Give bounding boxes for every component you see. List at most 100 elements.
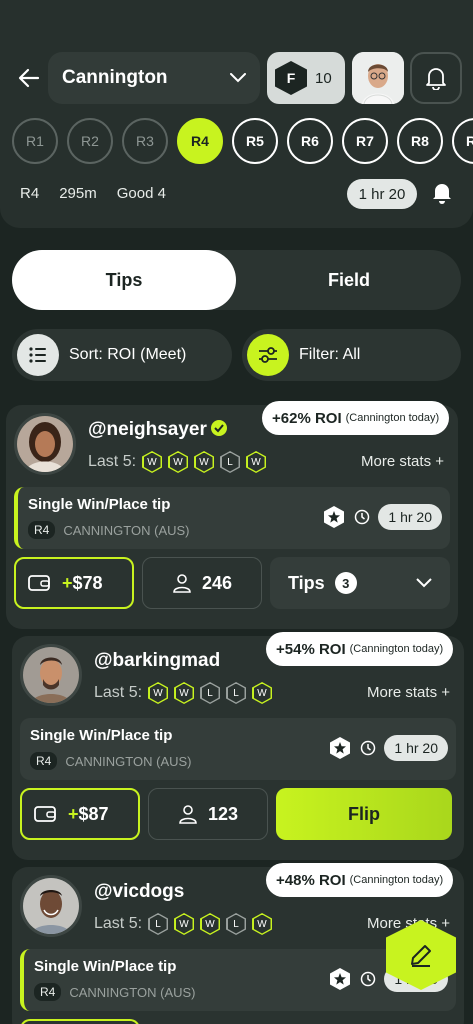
- race-badge: R4: [30, 752, 58, 770]
- result-win-badge: W: [174, 913, 195, 935]
- tip-meeting: R4 CANNINGTON (AUS): [30, 752, 192, 770]
- result-win-badge: W: [168, 451, 189, 473]
- f-hexagon-icon: F: [275, 61, 307, 95]
- result-win-badge: W: [174, 682, 195, 704]
- sliders-icon: [247, 334, 289, 376]
- profit-button[interactable]: [20, 1019, 140, 1024]
- tip-summary[interactable]: Single Win/Place tip R4 CANNINGTON (AUS)…: [20, 718, 456, 780]
- tab-field[interactable]: Field: [237, 250, 461, 310]
- tipster-handle-row[interactable]: @vicdogs: [94, 881, 184, 903]
- result-win-badge: W: [252, 682, 273, 704]
- tab-tips[interactable]: Tips: [12, 250, 236, 310]
- profit-button[interactable]: +$78: [14, 557, 134, 609]
- coin-count: 10: [315, 69, 332, 87]
- followers-button[interactable]: 123: [148, 788, 268, 840]
- last5-label: Last 5:: [94, 684, 143, 701]
- tipster-handle-row[interactable]: @barkingmad: [94, 650, 220, 672]
- user-avatar[interactable]: [352, 52, 404, 104]
- tip-summary[interactable]: Single Win/Place tip R4 CANNINGTON (AUS)…: [14, 487, 450, 549]
- tipster-avatar[interactable]: [20, 875, 82, 937]
- last-five-results: Last 5: L W W L W: [94, 913, 273, 935]
- race-alert-button[interactable]: [432, 182, 452, 209]
- race-label: R4: [20, 185, 40, 202]
- tips-label: Tips: [288, 572, 325, 593]
- star-hexagon-icon: [330, 968, 351, 990]
- result-win-badge: W: [252, 913, 273, 935]
- result-loss-badge: L: [226, 913, 247, 935]
- view-tabs: Tips Field: [12, 250, 461, 310]
- wallet-icon: [34, 806, 56, 822]
- user-icon: [173, 574, 191, 593]
- race-r6[interactable]: R6: [287, 118, 333, 164]
- tip-meta: 1 hr 20: [322, 504, 442, 530]
- filter-button[interactable]: Filter: All: [242, 329, 461, 381]
- race-r1[interactable]: R1: [12, 118, 58, 164]
- race-r3[interactable]: R3: [122, 118, 168, 164]
- pencil-icon: [411, 945, 431, 967]
- race-r8[interactable]: R8: [397, 118, 443, 164]
- followers-button[interactable]: 246: [142, 557, 262, 609]
- tipster-avatar[interactable]: [14, 413, 76, 475]
- view-tips-button[interactable]: Tips 3: [270, 557, 450, 609]
- tip-title: Single Win/Place tip: [28, 496, 171, 513]
- tip-countdown: 1 hr 20: [384, 735, 448, 761]
- tipster-stats: +$78 246 Tips 3: [14, 557, 450, 609]
- race-r2[interactable]: R2: [67, 118, 113, 164]
- last5-label: Last 5:: [88, 453, 137, 470]
- tipster-handle-row[interactable]: @neighsayer: [88, 419, 227, 441]
- verified-check-icon: [210, 419, 227, 436]
- tipster-card: @neighsayer Last 5: W W W L W More stats…: [6, 401, 458, 629]
- followers-count: 123: [207, 803, 239, 824]
- roi-context: (Cannington today): [349, 874, 444, 886]
- result-win-badge: W: [194, 451, 215, 473]
- tip-countdown: 1 hr 20: [378, 504, 442, 530]
- tipster-stats: +$87 123 Flip: [20, 788, 456, 840]
- track-dropdown[interactable]: Cannington: [48, 52, 260, 104]
- sort-label: Sort: ROI (Meet): [69, 346, 187, 363]
- result-win-badge: W: [246, 451, 267, 473]
- user-icon: [179, 805, 197, 824]
- race-r9[interactable]: R9: [452, 118, 473, 164]
- race-countdown: 1 hr 20: [347, 179, 417, 209]
- clock-icon: [355, 509, 370, 525]
- tip-meeting: R4 CANNINGTON (AUS): [34, 983, 196, 1001]
- race-r7[interactable]: R7: [342, 118, 388, 164]
- tipster-stats: [20, 1019, 456, 1024]
- race-distance: 295m: [59, 185, 97, 202]
- profit-value: +$78: [62, 572, 103, 593]
- tip-meta: 1 hr 20: [328, 735, 448, 761]
- tip-title: Single Win/Place tip: [30, 727, 173, 744]
- more-stats-link[interactable]: More stats +: [361, 453, 444, 470]
- tipster-handle: @vicdogs: [94, 881, 185, 902]
- roi-value: +54% ROI: [276, 640, 346, 658]
- tipster-photo: [23, 647, 79, 703]
- back-button[interactable]: [12, 60, 46, 96]
- last-five-results: Last 5: W W W L W: [88, 451, 267, 473]
- sort-button[interactable]: Sort: ROI (Meet): [12, 329, 232, 381]
- result-loss-badge: L: [220, 451, 241, 473]
- flip-button[interactable]: Flip: [276, 788, 452, 840]
- roi-badge: +62% ROI (Cannington today): [262, 401, 450, 435]
- roi-context: (Cannington today): [349, 643, 444, 655]
- race-r5[interactable]: R5: [232, 118, 278, 164]
- profit-button[interactable]: +$87: [20, 788, 140, 840]
- track-condition: Good 4: [116, 185, 166, 202]
- wallet-icon: [28, 575, 50, 591]
- form-points-badge[interactable]: F 10: [267, 52, 345, 104]
- race-badge: R4: [28, 521, 56, 539]
- meeting-name: CANNINGTON (AUS): [63, 522, 190, 538]
- result-win-badge: W: [142, 451, 163, 473]
- race-r4[interactable]: R4: [177, 118, 223, 164]
- chevron-down-icon: [416, 578, 432, 588]
- tips-count: 3: [334, 572, 357, 594]
- roi-context: (Cannington today): [345, 412, 440, 424]
- followers-count: 246: [201, 572, 233, 593]
- result-loss-badge: L: [226, 682, 247, 704]
- notifications-button[interactable]: [410, 52, 462, 104]
- tipster-avatar[interactable]: [20, 644, 82, 706]
- tipster-photo: [17, 416, 73, 472]
- race-badge: R4: [34, 983, 62, 1001]
- tipster-handle: @neighsayer: [88, 419, 207, 440]
- arrow-left-icon: [18, 68, 40, 88]
- more-stats-link[interactable]: More stats +: [367, 684, 450, 701]
